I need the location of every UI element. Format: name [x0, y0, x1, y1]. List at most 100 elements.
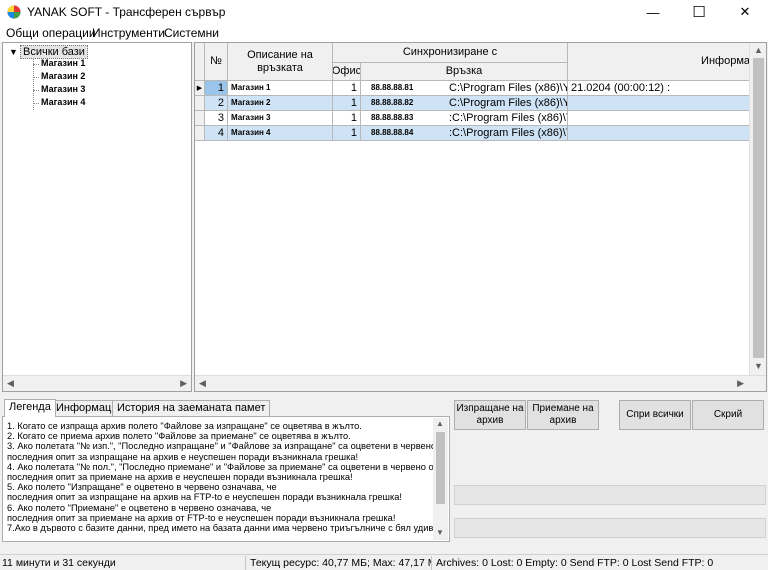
table-cell-connection[interactable]: 88.88.88.81 C:\Program Files (x86)\Yanak…	[361, 81, 568, 96]
legend-text: 1. Когато се изпраща архив полето "Файло…	[7, 421, 435, 539]
menu-general-operations[interactable]: Общи операции	[6, 26, 96, 40]
legend-line: последния опит за изпращане на архив е н…	[7, 451, 359, 462]
connection-path: C:\Program Files (x86)\Yanak Sof	[449, 82, 567, 94]
close-button[interactable]: ✕	[722, 0, 768, 24]
collapse-arrow-icon[interactable]: ▼	[9, 47, 18, 57]
connections-grid: № Описание на връзката Синхронизиране с …	[194, 42, 767, 392]
row-indicator	[195, 111, 205, 126]
tree-item-label[interactable]: Магазин 4	[41, 97, 85, 107]
action-panel: Изпращане на архив Приемане на архив Спр…	[452, 398, 766, 544]
header-sync: Синхронизиране с	[333, 43, 568, 63]
scroll-up-icon[interactable]: ▲	[436, 419, 444, 428]
legend-line: 4. Ако полетата "№ пол.", "Последно прие…	[7, 461, 435, 472]
app-logo-icon	[7, 5, 21, 19]
hide-button[interactable]: Скрий	[692, 400, 764, 430]
tree-item-label[interactable]: Магазин 3	[41, 84, 85, 94]
grid-corner	[195, 43, 205, 81]
table-cell-info[interactable]	[568, 111, 751, 126]
connection-path: :C:\Program Files (x86)\Yanak S	[449, 112, 567, 124]
tree-horizontal-scrollbar[interactable]: ◀ ▶	[3, 375, 191, 391]
tab-memory-history[interactable]: История на заеманата памет	[112, 400, 271, 416]
tree-root-label[interactable]: Всички бази	[20, 45, 88, 59]
table-cell-info[interactable]	[568, 96, 751, 111]
legend-line: 5. Ако полето "Изпращане" е оцветено в ч…	[7, 482, 277, 493]
header-connection[interactable]: Връзка	[361, 63, 568, 81]
menu-system[interactable]: Системни	[164, 26, 219, 40]
status-counters: Archives: 0 Lost: 0 Empty: 0 Send FTP: 0…	[436, 557, 714, 569]
window-title: YANAK SOFT - Трансферен сървър	[27, 5, 226, 19]
scroll-down-icon[interactable]: ▼	[754, 361, 763, 371]
row-indicator	[195, 96, 205, 111]
table-cell-num[interactable]: 2	[205, 96, 228, 111]
row-indicator-icon: ▶	[195, 81, 205, 96]
table-cell-num[interactable]: 3	[205, 111, 228, 126]
grid-vertical-scrollbar[interactable]: ▲ ▼	[749, 43, 766, 375]
tree-item-label[interactable]: Магазин 1	[41, 58, 85, 68]
status-bar: 11 минути и 31 секунди Текущ ресурс: 40,…	[0, 554, 768, 570]
scroll-down-icon[interactable]: ▼	[436, 528, 444, 537]
scroll-right-icon[interactable]: ▶	[737, 378, 744, 389]
tree-item-label[interactable]: Магазин 2	[41, 71, 85, 81]
minimize-icon: —	[646, 4, 660, 20]
legend-line: 1. Когато се изпраща архив полето "Файло…	[7, 421, 362, 431]
header-num[interactable]: №	[205, 43, 228, 81]
menu-tools[interactable]: Инструменти	[92, 26, 165, 40]
table-cell-office[interactable]: 1	[333, 96, 361, 111]
legend-line: последния опит за приемане на архив от F…	[7, 512, 396, 523]
table-cell-office[interactable]: 1	[333, 126, 361, 141]
bottom-tabs: Легенда Информация История на заеманата …	[2, 399, 450, 542]
receive-archive-button[interactable]: Приемане на архив	[527, 400, 599, 430]
table-cell-connection[interactable]: 88.88.88.83 :C:\Program Files (x86)\Yana…	[361, 111, 568, 126]
connection-ip: 88.88.88.81	[371, 83, 414, 92]
progress-bar-2	[454, 518, 766, 538]
tab-legend[interactable]: Легенда	[4, 399, 56, 417]
legend-scrollbar[interactable]: ▲ ▼	[433, 418, 448, 540]
scroll-up-icon[interactable]: ▲	[754, 45, 763, 55]
scroll-thumb[interactable]	[436, 432, 445, 504]
close-icon: ✕	[739, 4, 751, 19]
legend-line: последния опит за приемане на архив е не…	[7, 472, 353, 483]
table-cell-num[interactable]: 1	[205, 81, 228, 96]
status-resource: Текущ ресурс: 40,77 МБ; Max: 47,17 МБ	[250, 556, 432, 570]
legend-line: последния опит за изпращане на архив на …	[7, 492, 403, 503]
table-cell-connection[interactable]: 88.88.88.84 :C:\Program Files (x86)\Yana…	[361, 126, 568, 141]
table-cell-office[interactable]: 1	[333, 111, 361, 126]
maximize-button[interactable]: ☐	[676, 0, 722, 24]
scroll-left-icon[interactable]: ◀	[199, 378, 206, 389]
table-cell-num[interactable]: 4	[205, 126, 228, 141]
title-bar: YANAK SOFT - Трансферен сървър — ☐ ✕	[0, 0, 768, 24]
scroll-thumb[interactable]	[753, 58, 764, 358]
header-description[interactable]: Описание на връзката	[228, 43, 333, 81]
connection-path: C:\Program Files (x86)\Yanak S	[449, 97, 567, 109]
table-cell-office[interactable]: 1	[333, 81, 361, 96]
menu-bar: Общи операции Инструменти Системни	[0, 24, 768, 42]
legend-line: 6. Ако полето "Приемане" е оцветено в че…	[7, 502, 272, 513]
table-cell-name[interactable]: Магазин 4	[228, 126, 333, 141]
table-cell-info[interactable]: 21.0204 (00:00:12) :	[568, 81, 751, 96]
scroll-right-icon[interactable]: ▶	[180, 378, 187, 389]
table-cell-info[interactable]	[568, 126, 751, 141]
legend-line: 7.Ако в дървото с базите данни, пред име…	[7, 523, 435, 534]
progress-bar-1	[454, 485, 766, 505]
status-elapsed: 11 минути и 31 секунди	[0, 556, 246, 570]
table-cell-name[interactable]: Магазин 2	[228, 96, 333, 111]
legend-line: 3. Ако полетата "№ изп.", "Последно изпр…	[7, 441, 435, 452]
row-indicator	[195, 126, 205, 141]
minimize-button[interactable]: —	[630, 0, 676, 24]
table-cell-connection[interactable]: 88.88.88.82 C:\Program Files (x86)\Yanak…	[361, 96, 568, 111]
header-office[interactable]: Офис	[333, 63, 361, 81]
send-archive-button[interactable]: Изпращане на архив	[454, 400, 526, 430]
legend-line: 2. Когато се приема архив полето "Файлов…	[7, 431, 351, 442]
connection-ip: 88.88.88.84	[371, 128, 414, 137]
maximize-icon: ☐	[692, 4, 706, 21]
table-cell-name[interactable]: Магазин 3	[228, 111, 333, 126]
stop-all-button[interactable]: Спри всички	[619, 400, 691, 430]
connection-ip: 88.88.88.82	[371, 98, 414, 107]
header-info[interactable]: Информа	[568, 43, 751, 81]
connection-ip: 88.88.88.83	[371, 113, 414, 122]
scroll-left-icon[interactable]: ◀	[7, 378, 14, 389]
connection-path: :C:\Program Files (x86)\Yanak S	[449, 127, 567, 139]
grid-horizontal-scrollbar[interactable]: ◀ ▶	[195, 375, 766, 391]
table-cell-name[interactable]: Магазин 1	[228, 81, 333, 96]
legend-panel: 1. Когато се изпраща архив полето "Файло…	[2, 416, 450, 542]
